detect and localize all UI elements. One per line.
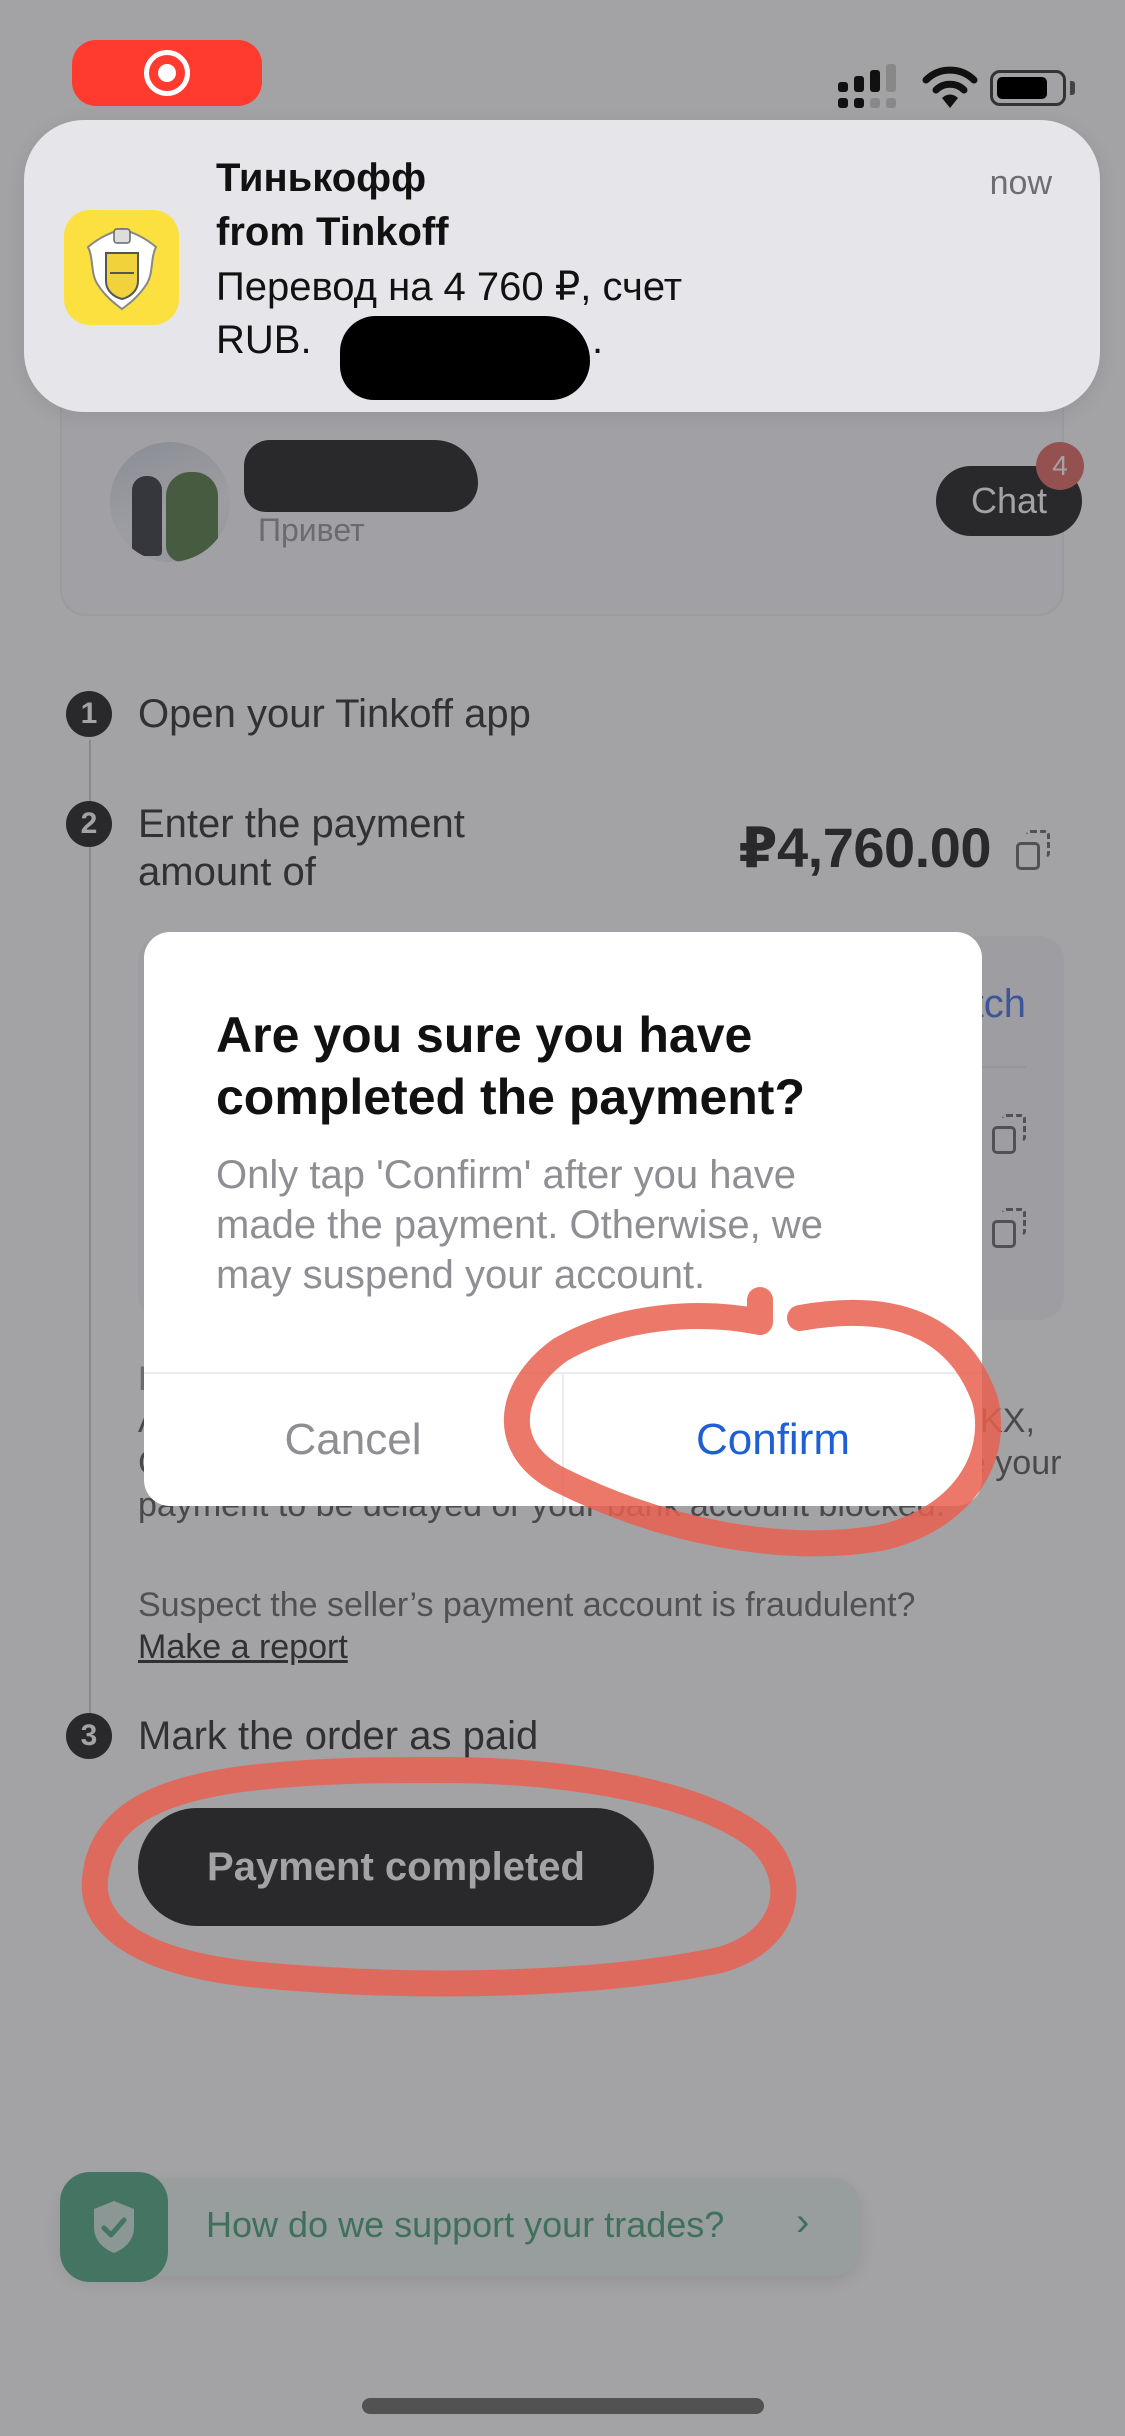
battery-nub (1070, 81, 1075, 95)
notification-body-line1: Перевод на 4 760 ₽, счет (216, 265, 683, 309)
notification-body-line2-prefix: RUB. (216, 318, 312, 362)
account-number-redacted (340, 316, 590, 400)
screen-recording-icon (144, 50, 190, 96)
wifi-icon (922, 66, 978, 108)
confirm-payment-dialog: Are you sure you have completed the paym… (144, 932, 982, 1506)
notification-sender: from Tinkoff (216, 210, 449, 254)
notification-app-name: Тинькофф (216, 156, 427, 200)
screen-recording-indicator[interactable] (72, 40, 262, 106)
battery-icon (990, 70, 1066, 106)
confirm-button[interactable]: Confirm (564, 1374, 982, 1506)
notification-time: now (989, 164, 1052, 202)
dialog-message: Only tap 'Confirm' after you have made t… (216, 1153, 823, 1297)
tinkoff-app-icon (64, 210, 179, 325)
notification-body-line2-suffix: . (592, 318, 604, 362)
dialog-title: Are you sure you have completed the paym… (216, 1007, 805, 1125)
cancel-button[interactable]: Cancel (144, 1374, 562, 1506)
push-notification[interactable]: Тинькофф from Tinkoff Перевод на 4 760 ₽… (24, 120, 1100, 412)
home-indicator[interactable] (362, 2398, 764, 2414)
